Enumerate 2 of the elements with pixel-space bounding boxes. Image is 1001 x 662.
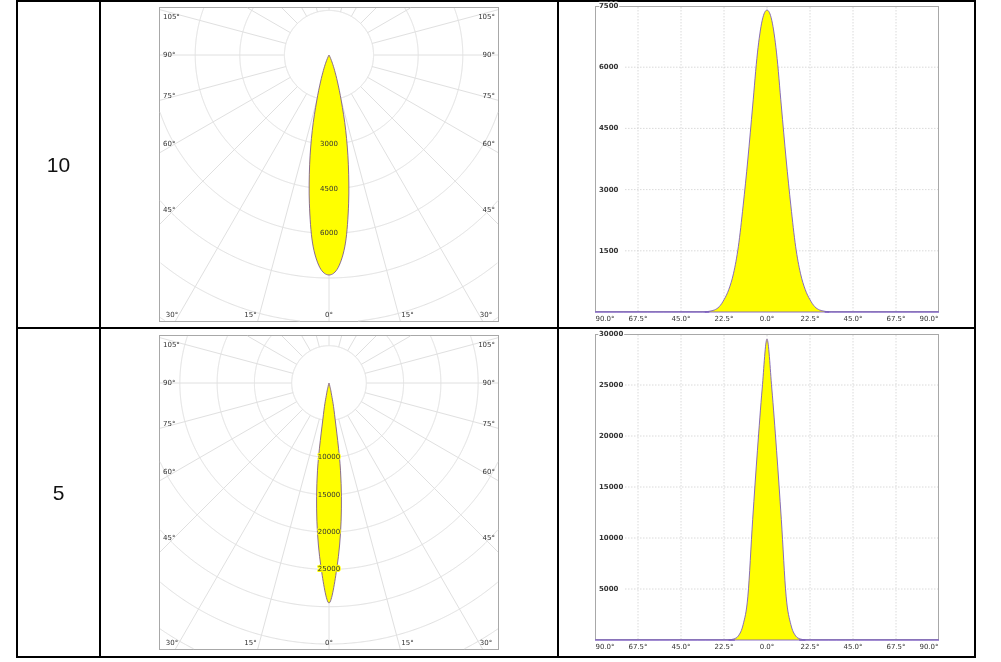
row-label: 5 (52, 480, 65, 504)
row-label: 10 (46, 152, 71, 176)
